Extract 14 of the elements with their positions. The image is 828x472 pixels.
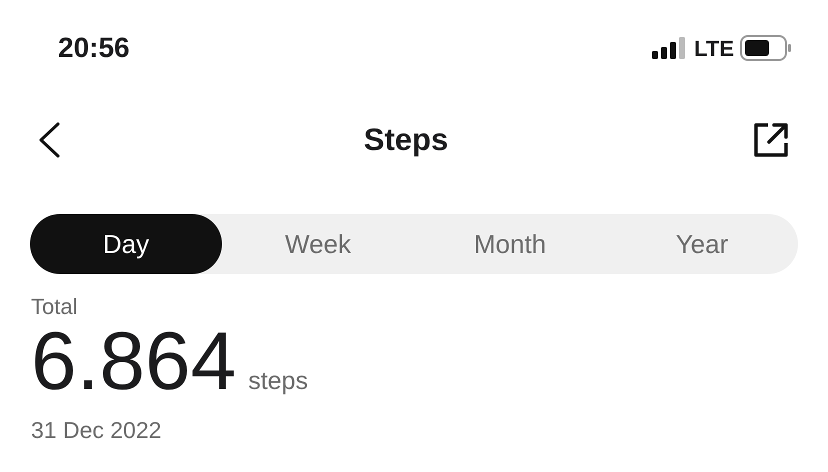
total-label: Total [31,293,78,321]
date-label: 31 Dec 2022 [31,416,162,445]
step-unit: steps [248,366,308,397]
step-count: 6.864 [31,321,236,403]
battery-icon [740,35,792,61]
network-label: LTE [694,34,734,62]
page-title: Steps [364,120,448,159]
share-icon[interactable] [752,121,790,159]
status-time: 20:56 [58,31,130,65]
period-tab[interactable]: Month [414,214,606,274]
period-tab[interactable]: Week [222,214,414,274]
back-icon[interactable] [38,122,60,158]
period-tab[interactable]: Year [606,214,798,274]
period-tab[interactable]: Day [30,214,222,274]
